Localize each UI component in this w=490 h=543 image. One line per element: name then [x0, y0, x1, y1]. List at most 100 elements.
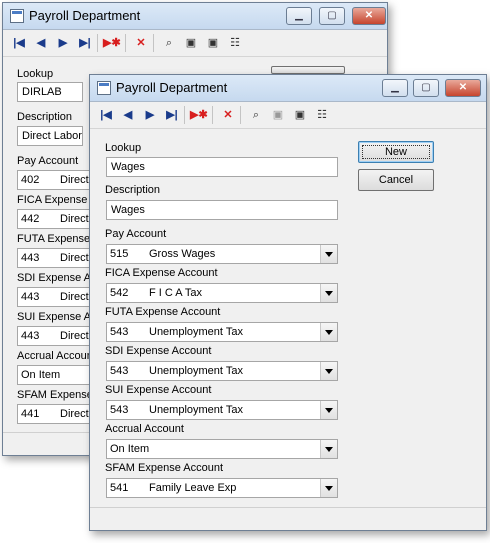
delete-record-icon[interactable]: ✕ [133, 35, 149, 51]
lookup-field[interactable]: Wages [106, 157, 338, 177]
toolbar-separator [97, 34, 98, 52]
toolbar-separator [125, 34, 126, 52]
account-code: 443 [21, 252, 40, 264]
last-record-icon[interactable]: ▶| [164, 107, 180, 123]
dropdown-arrow-icon[interactable] [320, 479, 337, 497]
pay-account-label: Pay Account [105, 228, 167, 240]
sui-combo[interactable]: 443 Direct [17, 326, 97, 346]
minimize-button[interactable]: ▁ [382, 79, 408, 97]
pay-account-label: Pay Account [17, 155, 79, 167]
dropdown-arrow-icon[interactable] [320, 362, 337, 380]
account-description: Direct [60, 291, 89, 303]
close-button[interactable]: ✕ [352, 7, 386, 25]
lookup-field[interactable]: DIRLAB [17, 82, 83, 102]
account-code: 515 [110, 248, 129, 260]
accrual-label: Accrual Account [105, 423, 184, 435]
sfam-label: SFAM Expense [17, 389, 93, 401]
account-description: Unemployment Tax [149, 326, 243, 338]
account-description: Family Leave Exp [149, 482, 237, 494]
dropdown-arrow-icon[interactable] [320, 440, 337, 458]
account-description: Direct [60, 252, 89, 264]
account-description: Gross Wages [149, 248, 216, 260]
next-record-icon[interactable]: ▶ [55, 35, 71, 51]
account-code: 543 [110, 326, 129, 338]
account-description: Direct [60, 213, 89, 225]
fica-label: FICA Expense Account [105, 267, 218, 279]
accrual-combo[interactable]: On Item [17, 365, 97, 385]
sdi-combo[interactable]: 543 Unemployment Tax [106, 361, 338, 381]
pay-account-combo[interactable]: 402 Direct [17, 170, 97, 190]
find-icon[interactable]: ⌕ [248, 107, 264, 123]
description-field[interactable]: Wages [106, 200, 338, 220]
back-window-titlebar[interactable]: Payroll Department ▁ ▢ ✕ [3, 3, 387, 30]
sdi-combo[interactable]: 443 Direct [17, 287, 97, 307]
dropdown-arrow-icon[interactable] [320, 245, 337, 263]
next-record-icon[interactable]: ▶ [142, 107, 158, 123]
account-code: 542 [110, 287, 129, 299]
dropdown-arrow-icon[interactable] [320, 401, 337, 419]
futa-combo[interactable]: 443 Direct [17, 248, 97, 268]
previous-record-icon[interactable]: ◀ [120, 107, 136, 123]
toolbar-separator [240, 106, 241, 124]
accrual-value: On Item [110, 443, 150, 455]
find-icon[interactable]: ⌕ [161, 35, 177, 51]
save-close-icon[interactable]: ▣ [292, 107, 308, 123]
sui-combo[interactable]: 543 Unemployment Tax [106, 400, 338, 420]
back-toolbar: |◀ ◀ ▶ ▶| ▶✱ ✕ ⌕ ▣ ▣ ☷ [3, 30, 387, 57]
minimize-button[interactable]: ▁ [286, 7, 312, 25]
lookup-label: Lookup [105, 142, 142, 154]
front-window-titlebar[interactable]: Payroll Department ▁ ▢ ✕ [90, 75, 486, 102]
account-description: Unemployment Tax [149, 365, 243, 377]
new-button[interactable]: New [358, 141, 434, 163]
new-record-icon[interactable]: ▶✱ [103, 35, 121, 51]
pay-account-combo[interactable]: 515 Gross Wages [106, 244, 338, 264]
accrual-value: On Item [21, 369, 61, 381]
account-code: 541 [110, 482, 129, 494]
dropdown-arrow-icon[interactable] [320, 323, 337, 341]
toolbar-separator [153, 34, 154, 52]
fica-combo[interactable]: 442 Direct [17, 209, 97, 229]
first-record-icon[interactable]: |◀ [98, 107, 114, 123]
save-icon[interactable]: ▣ [183, 35, 199, 51]
futa-combo[interactable]: 543 Unemployment Tax [106, 322, 338, 342]
fica-combo[interactable]: 542 F I C A Tax [106, 283, 338, 303]
window-title: Payroll Department [116, 80, 228, 95]
account-code: 442 [21, 213, 40, 225]
accrual-label: Accrual Accoun [17, 350, 93, 362]
save-close-icon[interactable]: ▣ [205, 35, 221, 51]
save-icon[interactable]: ▣ [270, 107, 286, 123]
maximize-button[interactable]: ▢ [319, 7, 345, 25]
futa-label: FUTA Expense Account [105, 306, 221, 318]
close-button[interactable]: ✕ [445, 79, 481, 97]
sui-label: SUI Expense A [17, 311, 91, 323]
sdi-label: SDI Expense A [17, 272, 91, 284]
dropdown-arrow-icon[interactable] [320, 284, 337, 302]
previous-record-icon[interactable]: ◀ [33, 35, 49, 51]
properties-icon[interactable]: ☷ [314, 107, 330, 123]
new-button[interactable] [271, 66, 345, 74]
account-code: 543 [110, 404, 129, 416]
fica-label: FICA Expense [17, 194, 88, 206]
last-record-icon[interactable]: ▶| [77, 35, 93, 51]
sfam-combo[interactable]: 541 Family Leave Exp [106, 478, 338, 498]
first-record-icon[interactable]: |◀ [11, 35, 27, 51]
properties-icon[interactable]: ☷ [227, 35, 243, 51]
cancel-button[interactable]: Cancel [358, 169, 434, 191]
new-record-icon[interactable]: ▶✱ [190, 107, 208, 123]
account-description: Direct [60, 408, 89, 420]
account-code: 543 [110, 365, 129, 377]
app-icon [97, 81, 111, 95]
front-statusbar [90, 507, 486, 530]
description-field[interactable]: Direct Labor [17, 126, 83, 146]
maximize-button[interactable]: ▢ [413, 79, 439, 97]
front-window[interactable]: Payroll Department ▁ ▢ ✕ |◀ ◀ ▶ ▶| ▶✱ ✕ … [89, 74, 487, 531]
delete-record-icon[interactable]: ✕ [220, 107, 236, 123]
sfam-label: SFAM Expense Account [105, 462, 224, 474]
description-label: Description [105, 184, 161, 196]
account-code: 443 [21, 291, 40, 303]
account-description: Direct [60, 174, 89, 186]
accrual-combo[interactable]: On Item [106, 439, 338, 459]
toolbar-separator [184, 106, 185, 124]
sfam-combo[interactable]: 441 Direct [17, 404, 97, 424]
description-label: Description [17, 111, 73, 123]
